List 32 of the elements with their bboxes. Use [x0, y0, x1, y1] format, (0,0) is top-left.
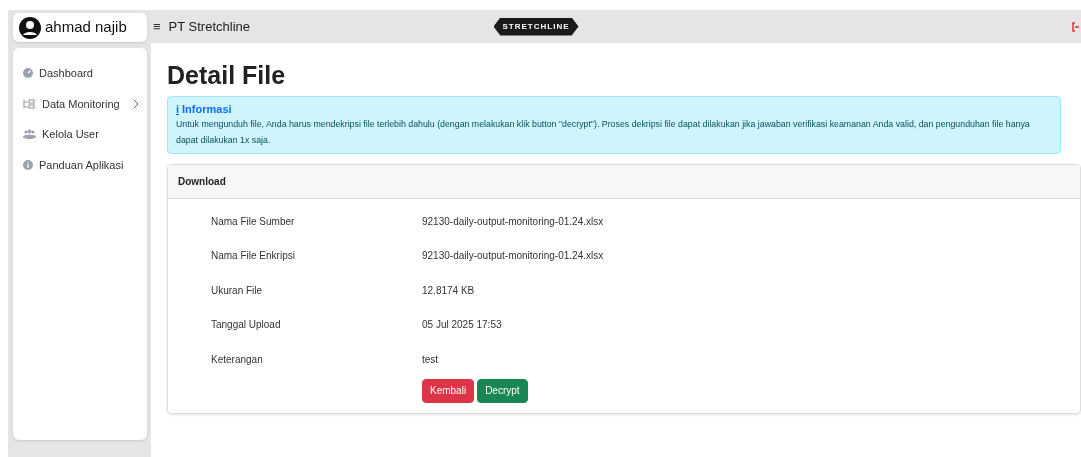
info-icon	[23, 159, 33, 170]
field-value: 92130-daily-output-monitoring-01.24.xlsx	[422, 249, 604, 264]
field-label: Keterangan	[211, 352, 264, 367]
user-name: ahmad najib	[45, 17, 127, 38]
field-label: Tanggal Upload	[211, 318, 282, 333]
user-profile-pill[interactable]: ahmad najib	[13, 13, 147, 42]
field-value: test	[422, 352, 439, 367]
alert-title: i Informasi	[176, 102, 233, 116]
sidebar-item[interactable]: Panduan Aplikasi	[13, 149, 147, 180]
sidebar-item[interactable]: Dashboard	[13, 58, 147, 89]
card-title: Download	[178, 175, 226, 189]
field-value: 12.8174 KB	[422, 283, 475, 298]
chevron-right-icon	[133, 98, 139, 109]
users-icon	[23, 129, 36, 140]
sidebar-item[interactable]: Data Monitoring	[13, 88, 147, 119]
app-title: PT Stretchline	[168, 17, 250, 36]
alert-message: Untuk mengunduh file, Anda harus mendekripsi file terlebih dahulu (dengan melakukan klik button "decrypt"). Proses dekripsi file dapat dilakukan jika jawaban verifikasi keamanan Anda valid, dan pengunduhan file hanya dapat dilakukan 1x saja.	[176, 118, 1031, 147]
field-label: Ukuran File	[211, 283, 264, 298]
back-button[interactable]: Kembali	[422, 378, 475, 403]
field-label: Nama File Enkripsi	[211, 249, 296, 264]
field-value: 05 Jul 2025 17:53	[422, 318, 502, 333]
decrypt-button[interactable]: Decrypt	[477, 378, 528, 403]
field-label: Nama File Sumber	[211, 214, 296, 229]
sidebar-item[interactable]: Kelola User	[13, 119, 147, 150]
menu-icon[interactable]: ≡	[153, 16, 161, 37]
user-avatar-icon	[19, 16, 41, 39]
gauge-icon	[23, 68, 33, 79]
logout-icon[interactable]	[1072, 21, 1079, 32]
page-title: Detail File	[167, 63, 287, 88]
hierarchy-icon	[23, 98, 36, 109]
field-value: 92130-daily-output-monitoring-01.24.xlsx	[422, 214, 604, 229]
company-logo: STRETCHLINE	[493, 17, 579, 36]
